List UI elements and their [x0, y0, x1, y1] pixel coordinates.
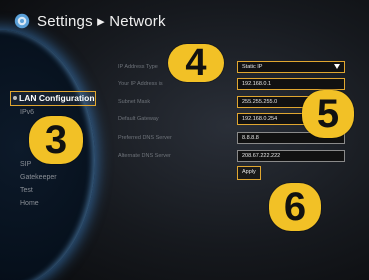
chevron-down-icon: [334, 64, 340, 69]
menu-item-lan-configuration[interactable]: LAN Configuration: [10, 91, 96, 106]
ip-address-field[interactable]: 192.168.0.1: [237, 78, 345, 90]
step-badge-6: 6: [269, 183, 321, 231]
apply-button[interactable]: Apply: [237, 166, 261, 180]
step-badge-4: 4: [168, 42, 224, 84]
ip-type-dropdown[interactable]: Static IP: [237, 61, 345, 73]
subnet-label: Subnet Mask: [118, 99, 151, 105]
step-badge-5: 5: [302, 90, 354, 138]
dns2-label: Alternate DNS Server: [118, 153, 171, 159]
menu-item-home[interactable]: Home: [10, 197, 130, 210]
menu-item-test[interactable]: Test: [10, 184, 130, 197]
gateway-label: Default Gateway: [118, 116, 159, 122]
dns1-label: Preferred DNS Server: [118, 135, 172, 141]
menu-item-gatekeeper[interactable]: Gatekeeper: [10, 171, 130, 184]
ip-type-value: Static IP: [242, 64, 263, 70]
dns2-field[interactable]: 208.67.222.222: [237, 150, 345, 162]
header: Settings ▸ Network: [14, 12, 166, 30]
step-badge-3: 3: [29, 116, 83, 164]
gear-icon: [14, 13, 30, 29]
screen: Settings ▸ Network LAN Configuration IPv…: [0, 0, 369, 280]
page-title: Settings ▸ Network: [37, 13, 166, 30]
